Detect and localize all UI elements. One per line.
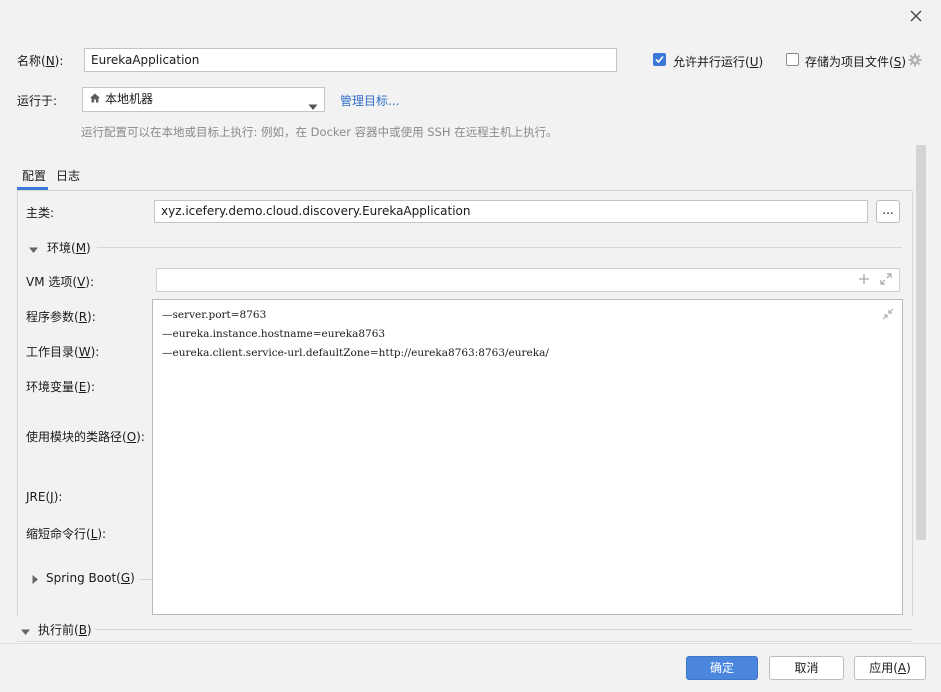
run-on-value: 本地机器: [105, 92, 154, 106]
manage-targets-link[interactable]: 管理目标...: [340, 92, 399, 109]
spring-boot-section-label[interactable]: Spring Boot(G): [46, 571, 135, 585]
chevron-right-icon[interactable]: [32, 573, 39, 587]
allow-parallel-checkbox[interactable]: [653, 53, 666, 66]
spring-boot-divider: [139, 579, 153, 580]
program-args-editor[interactable]: —server.port=8763 —eureka.instance.hostn…: [152, 299, 903, 615]
ok-button[interactable]: 确定: [686, 656, 758, 680]
before-launch-divider: [95, 629, 912, 630]
scrollbar[interactable]: [916, 145, 926, 540]
plus-icon[interactable]: [858, 273, 870, 288]
name-label: 名称(N):: [17, 54, 64, 68]
env-section-label[interactable]: 环境(M): [47, 239, 91, 256]
main-class-input[interactable]: xyz.icefery.demo.cloud.discovery.EurekaA…: [154, 200, 868, 223]
run-on-select[interactable]: 本地机器: [82, 87, 325, 112]
main-class-label: 主类:: [26, 206, 55, 220]
env-vars-label: 环境变量(E):: [26, 380, 96, 394]
home-icon: [89, 89, 101, 111]
before-launch-label[interactable]: 执行前(B): [38, 621, 92, 638]
expand-icon[interactable]: [880, 273, 892, 288]
program-args-line: —eureka.client.service-url.defaultZone=h…: [162, 347, 549, 359]
program-args-label: 程序参数(R):: [26, 310, 96, 324]
module-classpath-label: 使用模块的类路径(O):: [26, 430, 145, 444]
run-on-hint: 运行配置可以在本地或目标上执行: 例如，在 Docker 容器中或使用 SSH …: [81, 125, 558, 139]
store-as-file-label[interactable]: 存储为项目文件(S): [805, 53, 906, 70]
browse-button[interactable]: ...: [876, 200, 900, 223]
vm-options-label: VM 选项(V):: [26, 275, 95, 289]
run-on-label: 运行于:: [17, 94, 58, 108]
program-args-line: —server.port=8763: [162, 309, 267, 321]
working-dir-label: 工作目录(W):: [26, 345, 100, 359]
jre-label: JRE(J):: [26, 490, 63, 504]
name-input[interactable]: EurekaApplication: [84, 48, 617, 72]
chevron-down-icon[interactable]: [21, 625, 30, 639]
chevron-down-icon: [308, 96, 318, 111]
program-args-line: —eureka.instance.hostname=eureka8763: [162, 328, 386, 340]
tab-log[interactable]: 日志: [56, 167, 80, 184]
before-launch-box-top: [17, 641, 912, 642]
vm-options-input[interactable]: [156, 268, 900, 292]
close-icon: [910, 10, 922, 22]
apply-button[interactable]: 应用(A): [854, 656, 926, 680]
tab-config[interactable]: 配置: [22, 167, 46, 184]
env-section-divider: [97, 247, 902, 248]
collapse-icon[interactable]: [882, 308, 894, 323]
store-as-file-checkbox[interactable]: [786, 53, 799, 66]
cancel-button[interactable]: 取消: [769, 656, 844, 680]
shorten-cmd-label: 缩短命令行(L):: [26, 527, 107, 541]
gear-icon[interactable]: [908, 53, 922, 67]
close-button[interactable]: [906, 6, 926, 26]
chevron-down-icon[interactable]: [29, 243, 38, 257]
check-icon: [655, 55, 664, 64]
allow-parallel-label[interactable]: 允许并行运行(U): [673, 53, 763, 70]
